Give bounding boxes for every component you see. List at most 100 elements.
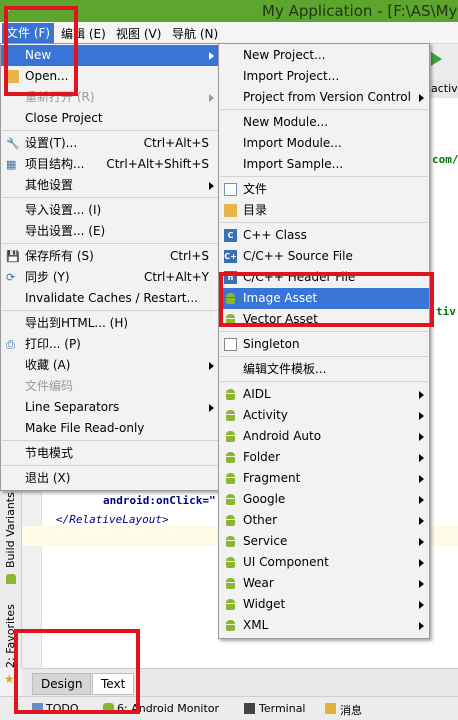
file_menu-item-p-17[interactable]: ⎙ 打印... (P) (1, 334, 219, 355)
android-icon (225, 515, 236, 526)
new_menu-item-singleton-17[interactable]: Singleton (219, 334, 429, 355)
submenu-arrow-icon (419, 559, 424, 567)
android-icon (225, 452, 236, 463)
editor-tab[interactable]: activ (428, 80, 458, 98)
new_menu-item-other-27[interactable]: Other (219, 510, 429, 531)
build-variants-tab[interactable]: Build Variants (4, 492, 17, 568)
new_menu-item-import-project-1[interactable]: Import Project... (219, 66, 429, 87)
menu-separator (220, 176, 428, 177)
menu-separator (2, 197, 218, 198)
new_menu-item-fragment-25[interactable]: Fragment (219, 468, 429, 489)
new_menu-item-google-26[interactable]: Google (219, 489, 429, 510)
file-icon (224, 183, 237, 196)
menu-item-label: 编辑文件模板... (243, 362, 327, 376)
new_menu-item-android-auto-23[interactable]: Android Auto (219, 426, 429, 447)
run-icon[interactable] (431, 52, 442, 66)
messages-tab[interactable]: 消息 (340, 702, 362, 718)
wrench-icon: 🔧 (6, 137, 20, 150)
new_menu-item-item-9[interactable]: 目录 (219, 200, 429, 221)
menu-item-label: XML (243, 618, 269, 632)
menu-item-label: Import Sample... (243, 157, 344, 171)
menu-item-label: 打印... (P) (25, 337, 81, 351)
save-icon: 💾 (6, 250, 20, 263)
new_menu-item-folder-24[interactable]: Folder (219, 447, 429, 468)
menu-item-label: 文件 (243, 182, 268, 196)
android-icon (6, 574, 16, 584)
new_menu-item-new-project-0[interactable]: New Project... (219, 45, 429, 66)
menu-separator (220, 331, 428, 332)
new_menu-item-project-from-version-control-2[interactable]: Project from Version Control (219, 87, 429, 108)
menu-separator (2, 243, 218, 244)
new_menu-item-wear-30[interactable]: Wear (219, 573, 429, 594)
submenu-arrow-icon (419, 517, 424, 525)
window-title: My Application - [F:\AS\My (262, 2, 458, 20)
file_menu-item-i-9[interactable]: 导入设置... (I) (1, 200, 219, 221)
new_menu-item-new-module-4[interactable]: New Module... (219, 112, 429, 133)
new_menu-item-xml-32[interactable]: XML (219, 615, 429, 636)
new_menu-item-aidl-21[interactable]: AIDL (219, 384, 429, 405)
submenu-arrow-icon (419, 622, 424, 630)
menu-item-label: 其他设置 (25, 178, 74, 192)
file_menu-item-item-19: 文件编码 (1, 376, 219, 397)
menu-item-label: Invalidate Caches / Restart... (25, 291, 198, 305)
menu-item-label: 节电模式 (25, 446, 74, 460)
file_menu-item-x-25[interactable]: 退出 (X) (1, 468, 219, 489)
submenu-arrow-icon (419, 496, 424, 504)
new_menu-item-service-28[interactable]: Service (219, 531, 429, 552)
file_menu-item-line-separators-20[interactable]: Line Separators (1, 397, 219, 418)
file_menu-item-html-h-16[interactable]: 导出到HTML... (H) (1, 313, 219, 334)
submenu-arrow-icon (419, 601, 424, 609)
terminal-tab[interactable]: Terminal (259, 702, 306, 715)
menu-separator (2, 465, 218, 466)
menu-item-label: 文件编码 (25, 379, 74, 393)
new_menu-item-ui-component-29[interactable]: UI Component (219, 552, 429, 573)
menu-item-label: Close Project (25, 111, 103, 125)
menu-item-label: Android Auto (243, 429, 322, 443)
cpp-source-icon: C+ (224, 250, 237, 263)
submenu-arrow-icon (209, 404, 214, 412)
new_menu-item-import-module-5[interactable]: Import Module... (219, 133, 429, 154)
menu-item-label: Activity (243, 408, 288, 422)
submenu-arrow-icon (419, 580, 424, 588)
file_menu-item-a-18[interactable]: 收藏 (A) (1, 355, 219, 376)
new_menu-item-import-sample-6[interactable]: Import Sample... (219, 154, 429, 175)
menu-view[interactable]: 视图 (V) (116, 25, 161, 42)
new_menu-item-item-19[interactable]: 编辑文件模板... (219, 359, 429, 380)
menu-item-label: Widget (243, 597, 286, 611)
menu-item-label: 退出 (X) (25, 471, 71, 485)
menu-separator (2, 130, 218, 131)
code-line: </RelativeLayout> (56, 513, 169, 526)
new_menu-item-activity-22[interactable]: Activity (219, 405, 429, 426)
file_menu-item-item-6[interactable]: ▦ 项目结构... Ctrl+Alt+Shift+S (1, 154, 219, 175)
file_menu-item-item-23[interactable]: 节电模式 (1, 443, 219, 464)
file_menu-item-close-project-3[interactable]: Close Project (1, 108, 219, 129)
file_menu-item-e-10[interactable]: 导出设置... (E) (1, 221, 219, 242)
new_menu-item-c-c-source-file-12[interactable]: C+ C/C++ Source File (219, 246, 429, 267)
menu-item-label: Import Project... (243, 69, 340, 83)
submenu-arrow-icon (419, 391, 424, 399)
file_menu-item-invalidate-caches-restart-14[interactable]: Invalidate Caches / Restart... (1, 288, 219, 309)
android-icon (225, 620, 236, 631)
new_menu-item-item-8[interactable]: 文件 (219, 179, 429, 200)
file_menu-item-make-file-read-only-21[interactable]: Make File Read-only (1, 418, 219, 439)
file_menu-item-t-5[interactable]: 🔧 设置(T)... Ctrl+Alt+S (1, 133, 219, 154)
submenu-arrow-icon (419, 475, 424, 483)
menu-item-label: AIDL (243, 387, 271, 401)
menu-item-label: Fragment (243, 471, 301, 485)
sync-icon: ⟳ (6, 271, 16, 284)
submenu-arrow-icon (419, 412, 424, 420)
code-line: com/ (432, 153, 458, 166)
file_menu-item-s-12[interactable]: 💾 保存所有 (S) Ctrl+S (1, 246, 219, 267)
menu-item-label: C/C++ Source File (243, 249, 353, 263)
menu-separator (220, 356, 428, 357)
android-icon (225, 473, 236, 484)
menu-item-label: Singleton (243, 337, 300, 351)
code-line: tiv (436, 305, 456, 318)
file_menu-item-item-7[interactable]: 其他设置 (1, 175, 219, 196)
menu-navigate[interactable]: 导航 (N) (172, 25, 218, 42)
file_menu-item-y-13[interactable]: ⟳ 同步 (Y) Ctrl+Alt+Y (1, 267, 219, 288)
submenu-arrow-icon (209, 52, 214, 60)
new_menu-item-widget-31[interactable]: Widget (219, 594, 429, 615)
new_menu-item-c-class-11[interactable]: C C++ Class (219, 225, 429, 246)
menu-item-label: 导入设置... (I) (25, 203, 102, 217)
